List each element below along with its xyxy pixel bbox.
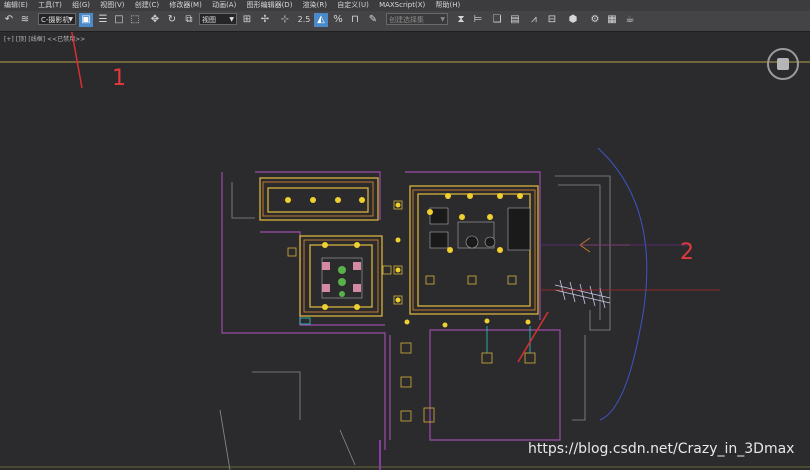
- menu-edit[interactable]: 编辑(E): [0, 0, 32, 11]
- curve-editor-icon[interactable]: ⩘: [527, 13, 541, 27]
- main-toolbar: ↶ ≋ C-摄影机 ▼ ▣ ☰ □ ⬚ ✥ ↻ ⧉ 视图 ▼ ⊞ ✢ ⊹ 2.5 ◭…: [0, 11, 810, 32]
- material-editor-icon[interactable]: ⬢: [566, 13, 580, 27]
- percent-snap-icon[interactable]: ◭: [314, 13, 328, 27]
- menu-graph-editors[interactable]: 图形编辑器(D): [243, 0, 297, 11]
- edit-named-sel-icon[interactable]: ⊓: [348, 13, 362, 27]
- move-icon[interactable]: ✥: [148, 13, 162, 27]
- rotate-icon[interactable]: ↻: [165, 13, 179, 27]
- select-object-icon[interactable]: ▣: [79, 13, 93, 27]
- named-selection-set-dropdown[interactable]: 创建选择集 ▼: [386, 13, 448, 25]
- menu-bar: 编辑(E) 工具(T) 组(G) 视图(V) 创建(C) 修改器(M) 动画(A…: [0, 0, 810, 11]
- dining-group: [321, 257, 363, 299]
- camera-arc: [597, 147, 648, 421]
- annotation-1: 1: [112, 66, 126, 91]
- pivot-icon[interactable]: ⊞: [240, 13, 254, 27]
- cyan-fixtures: [299, 317, 531, 353]
- menu-group[interactable]: 组(G): [68, 0, 94, 11]
- scale-icon[interactable]: ⧉: [182, 13, 196, 27]
- named-sel-icon[interactable]: ✎: [366, 13, 380, 27]
- layer-manager-icon[interactable]: ❏: [490, 13, 504, 27]
- schematic-icon[interactable]: ⊟: [545, 13, 559, 27]
- angle-snap-icon[interactable]: 2.5: [297, 13, 311, 27]
- menu-rendering[interactable]: 渲染(R): [299, 0, 331, 11]
- menu-maxscript[interactable]: MAXScript(X): [375, 0, 429, 11]
- ceiling-frames: [259, 177, 539, 317]
- menu-customize[interactable]: 自定义(U): [333, 0, 373, 11]
- ribbon-icon[interactable]: ▤: [508, 13, 522, 27]
- spinner-snap-icon[interactable]: %: [331, 13, 345, 27]
- watermark: https://blog.csdn.net/Crazy_in_3Dmax: [528, 441, 795, 457]
- render-setup-icon[interactable]: ⚙: [588, 13, 602, 27]
- render-frame-icon[interactable]: ▦: [605, 13, 619, 27]
- menu-create[interactable]: 创建(C): [131, 0, 163, 11]
- menu-views[interactable]: 视图(V): [96, 0, 128, 11]
- menu-tools[interactable]: 工具(T): [34, 0, 66, 11]
- stair-detail: [554, 279, 611, 309]
- redo-icon[interactable]: ≋: [18, 13, 32, 27]
- selection-filter-dropdown[interactable]: C-摄影机 ▼: [38, 13, 76, 25]
- window-crossing-icon[interactable]: ⬚: [128, 13, 142, 27]
- select-manipulate-icon[interactable]: ✢: [258, 13, 272, 27]
- reference-coord-dropdown[interactable]: 视图 ▼: [199, 13, 237, 25]
- snap-toggle-icon[interactable]: ⊹: [278, 13, 292, 27]
- annotation-2: 2: [680, 240, 694, 265]
- rect-region-icon[interactable]: □: [112, 13, 126, 27]
- menu-help[interactable]: 帮助(H): [431, 0, 464, 11]
- menu-modifiers[interactable]: 修改器(M): [165, 0, 206, 11]
- menu-animation[interactable]: 动画(A): [208, 0, 240, 11]
- select-by-name-icon[interactable]: ☰: [96, 13, 110, 27]
- undo-icon[interactable]: ↶: [2, 13, 16, 27]
- furniture-group: [429, 207, 531, 251]
- annotation-stroke-1: [71, 32, 83, 89]
- align-icon[interactable]: ⊨: [471, 13, 485, 27]
- annotation-stroke-2: [517, 311, 549, 363]
- viewcube-icon[interactable]: [767, 48, 799, 80]
- mirror-icon[interactable]: ⧗: [454, 13, 468, 27]
- teapot-icon[interactable]: ☕: [623, 13, 637, 27]
